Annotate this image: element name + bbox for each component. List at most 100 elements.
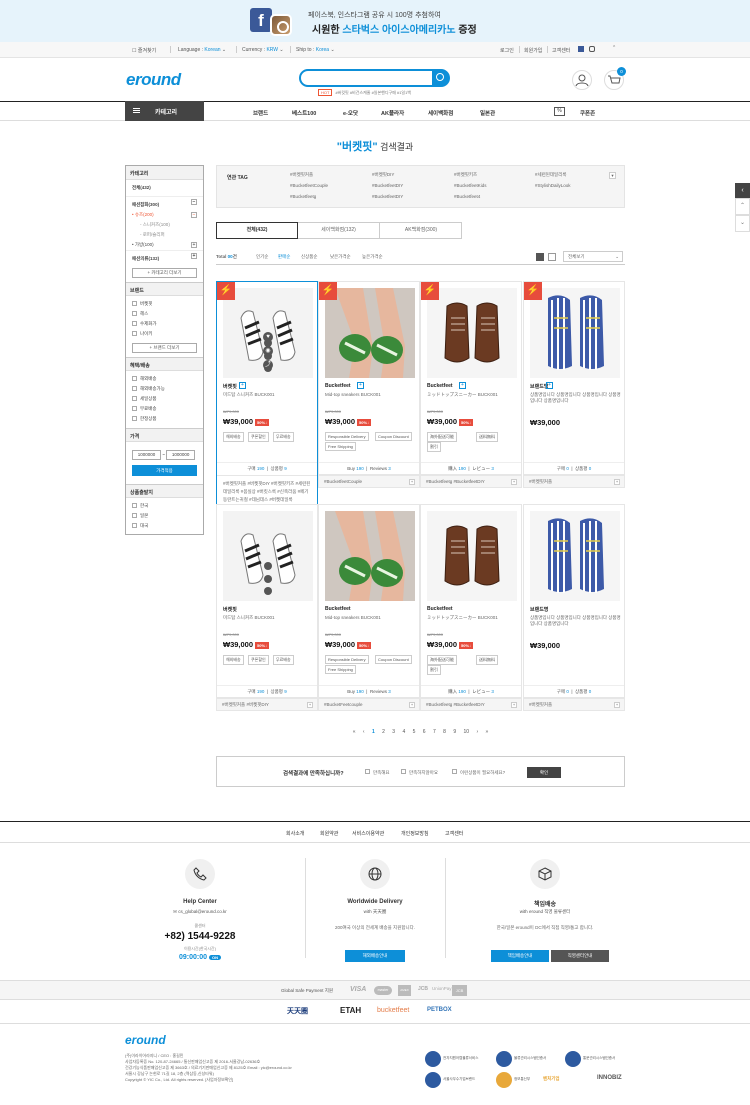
product-card[interactable]: ⚡ Bucketfeet + Mid-top sneakers BUCK001 ₩79,… — [318, 281, 420, 475]
product-card[interactable]: ⚡ 브랜드명 + 상품명입니다 상품명입니다 상품명입니다 상품명입니다 상품명입니다… — [523, 281, 625, 475]
scroll-up-icon[interactable]: ⌃ — [735, 198, 750, 215]
product-brand[interactable]: Bucketfeet — [325, 606, 351, 612]
help-email[interactable]: ✉ cs_global@eround.co.kr — [130, 909, 270, 915]
category-fashion[interactable]: 패션잡화(300) − — [126, 196, 203, 210]
expand-tags-icon[interactable]: + — [614, 479, 620, 485]
tag-link[interactable]: #버켓핏커플 — [290, 172, 313, 178]
footer-link[interactable]: 개인정보방침 — [401, 830, 429, 837]
nav-item-eodot[interactable]: e-오닷 — [343, 109, 358, 117]
brand-option[interactable]: 나이키 — [126, 329, 203, 339]
partner-logo[interactable]: ETAH — [340, 1006, 361, 1015]
tab-sei[interactable]: 세이백화점(132) — [298, 223, 380, 238]
product-card[interactable]: ⚡ ♥ ◉ ⤴ 버켓핏 + 미드탑 스니커즈 BUCK001 ₩79,000 ₩39,000 50… — [216, 281, 318, 525]
currency-select[interactable]: Currency : KRW ⌄ — [242, 47, 284, 53]
nav-item-ak[interactable]: AK플라자 — [381, 109, 404, 117]
sort-popular[interactable]: 인기순 — [256, 254, 268, 260]
join-link[interactable]: 회원가입 — [524, 47, 542, 54]
expand-tags-icon[interactable]: + — [409, 702, 415, 708]
price-min-input[interactable]: 1000000 — [132, 450, 161, 460]
shipto-select[interactable]: Ship to : Korea ⌄ — [296, 47, 335, 53]
product-image[interactable] — [530, 288, 620, 378]
category-all[interactable]: 전체(432) — [126, 180, 203, 196]
expand-tags-icon[interactable]: + — [511, 702, 517, 708]
world-delivery-button[interactable]: 해외배송안내 — [345, 950, 405, 962]
sort-sales[interactable]: 판매순 — [278, 254, 290, 260]
view-icon[interactable]: ◉ — [263, 346, 273, 356]
expand-tags-icon[interactable]: + — [614, 702, 620, 708]
footer-link[interactable]: 고객센터 — [445, 830, 463, 837]
cart-icon[interactable]: 0 — [604, 67, 626, 90]
sort-new[interactable]: 신상품순 — [301, 254, 318, 260]
product-image[interactable] — [427, 511, 517, 601]
product-brand[interactable]: Bucketfeet — [427, 383, 453, 389]
product-brand[interactable]: 버켓핏 — [223, 383, 237, 390]
footer-link[interactable]: 회사소개 — [286, 830, 304, 837]
benefit-option[interactable]: 한정상품 — [126, 414, 203, 428]
login-link[interactable]: 로그인 — [500, 47, 514, 54]
product-tags-row[interactable]: #버켓핏커플 #버켓핏DIY + — [216, 698, 318, 711]
product-card[interactable]: 버켓핏 미드탑 스니커즈 BUCK001 ₩79,000 ₩39,000 50%↓ 해외배… — [216, 504, 318, 698]
tab-ak[interactable]: AK백화점(300) — [380, 223, 462, 238]
price-max-input[interactable]: 1000000 — [166, 450, 196, 460]
brand-option[interactable]: 수제화가 — [126, 319, 203, 329]
page-button[interactable]: 4 — [402, 729, 405, 735]
side-toggle-icon[interactable]: ‹ — [735, 183, 750, 198]
category-shoes[interactable]: • 슈즈(200) − — [126, 210, 203, 220]
benefit-option[interactable]: 해외배송가능 — [126, 384, 203, 394]
product-card[interactable]: Bucketfeet Mid-top sneakers BUCK001 ₩79,00… — [318, 504, 420, 698]
facebook-icon[interactable] — [578, 46, 584, 52]
tag-link[interactable]: #Bucketfeetg — [290, 194, 316, 199]
page-button[interactable]: 6 — [423, 729, 426, 735]
list-view-icon[interactable] — [548, 253, 556, 261]
product-desc[interactable]: Mid-top sneakers BUCK001 — [325, 392, 417, 398]
chevron-up-icon[interactable]: ⌃ — [612, 45, 616, 51]
share-icon[interactable]: ⤴ — [263, 360, 273, 370]
center-info-button[interactable]: 직영센터안내 — [551, 950, 609, 962]
product-image[interactable] — [530, 511, 620, 601]
search-hot-tags[interactable]: HOT #버킷핏 #비건스케줄 #일본핸디구매 #1일1백 — [318, 89, 411, 96]
nav-item-best[interactable]: 베스트100 — [292, 109, 316, 117]
nav-item-coupon[interactable]: 쿠폰존 — [580, 109, 595, 117]
footer-link[interactable]: 서비스이용약관 — [352, 830, 384, 837]
tag-link[interactable]: #BucketfeetDIY — [372, 194, 403, 199]
tag-link[interactable]: #BucketfeetKids — [454, 183, 487, 188]
bookmark-link[interactable]: ☐ 즐겨찾기 — [132, 47, 156, 54]
tag-link[interactable]: #BucketfeetDIY — [372, 183, 403, 188]
nav-item-japan[interactable]: 일본관 — [480, 109, 495, 117]
tag-link[interactable]: #세련된데일리룩 — [535, 172, 566, 178]
product-brand[interactable]: Bucketfeet — [427, 606, 453, 612]
partner-logo[interactable]: 天天圈 — [287, 1006, 308, 1016]
page-button[interactable]: 7 — [433, 729, 436, 735]
brand-option[interactable]: 버켓핏 — [126, 296, 203, 309]
tag-link[interactable]: #StylishDailyLook — [535, 183, 571, 188]
tag-link[interactable]: #Bucketfeet4 — [454, 194, 480, 199]
product-tags-row[interactable]: #Bucketfeetg #BucketfeetDIY + — [420, 475, 522, 488]
product-brand[interactable]: Bucketfeet — [325, 383, 351, 389]
expand-tags-icon[interactable]: + — [511, 479, 517, 485]
grid-view-icon[interactable] — [536, 253, 544, 261]
sort-low-price[interactable]: 낮은가격순 — [330, 254, 351, 260]
first-page-button[interactable]: « — [353, 729, 356, 735]
survey-option-satisfied[interactable]: 만족해요 — [365, 769, 390, 776]
nav-item-sei[interactable]: 세이백화점 — [428, 109, 453, 117]
survey-option-unsatisfied[interactable]: 만족하지않아요 — [401, 769, 438, 776]
origin-option[interactable]: 한국 — [126, 498, 203, 511]
product-desc[interactable]: 미드탑 스니커즈 BUCK001 — [223, 615, 315, 621]
page-button[interactable]: 9 — [453, 729, 456, 735]
logo[interactable]: eround — [126, 70, 181, 90]
product-desc[interactable]: 상품명입니다 상품명입니다 상품명입니다 상품명입니다 상품명입니다 — [530, 392, 622, 404]
page-button[interactable]: 10 — [463, 729, 469, 735]
product-card[interactable]: ⚡ Bucketfeet + ミッドトップスニーカー BUCK001 ₩79,000 ₩3… — [420, 281, 522, 475]
tag-link[interactable]: #BucketfeetCouple — [290, 183, 328, 188]
benefit-option[interactable]: 해외배송 — [126, 371, 203, 384]
product-card[interactable]: Bucketfeet ミッドトップスニーカー BUCK001 ₩79,000 ₩39,… — [420, 504, 522, 698]
product-desc[interactable]: 미드탑 스니커즈 BUCK001 — [223, 392, 315, 398]
product-image[interactable] — [325, 288, 415, 378]
expand-tags-icon[interactable]: + — [409, 479, 415, 485]
category-bag[interactable]: • 가방(100) + — [126, 240, 203, 250]
nav-item-brand[interactable]: 브랜드 — [253, 109, 268, 117]
product-brand[interactable]: 브랜드명 — [530, 606, 548, 613]
product-image[interactable] — [427, 288, 517, 378]
expand-tags-icon[interactable]: + — [307, 702, 313, 708]
product-card[interactable]: 브랜드명 상품명입니다 상품명입니다 상품명입니다 상품명입니다 상품명입니다 ₩3… — [523, 504, 625, 698]
